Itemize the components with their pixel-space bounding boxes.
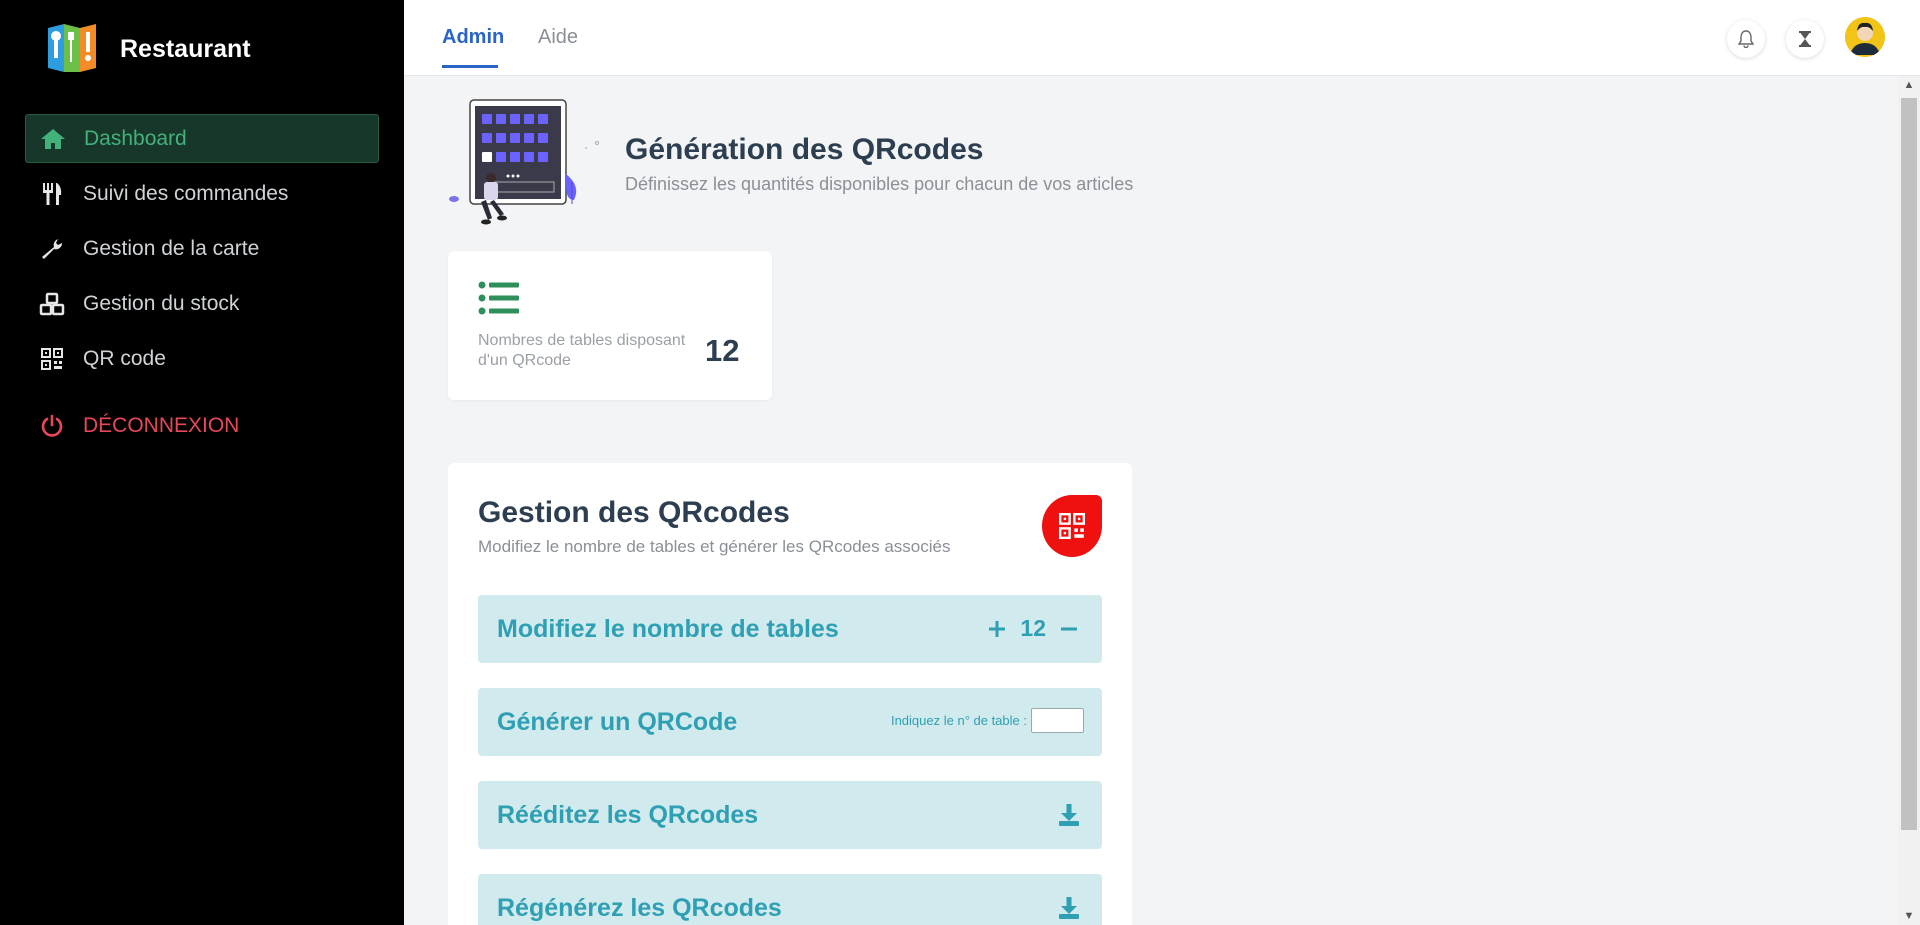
sidebar-item-label: Dashboard (84, 126, 187, 150)
active-tab-indicator (442, 65, 498, 68)
generate-qrcode-label: Générer un QRCode (497, 708, 738, 736)
sidebar-nav: Dashboard Suivi des commandes Gestion de… (25, 114, 379, 456)
generate-qrcode-row: Générer un QRCode Indiquez le n° de tabl… (478, 688, 1102, 756)
utensils-icon (37, 179, 67, 209)
qrcode-icon (1059, 513, 1085, 539)
regenerate-qrcodes-label: Régénérez les QRcodes (497, 894, 782, 922)
sidebar-item-gestion-carte[interactable]: Gestion de la carte (25, 224, 379, 273)
tab-admin[interactable]: Admin (442, 26, 504, 49)
tables-count: 12 (1020, 615, 1046, 641)
qrcode-badge (1042, 495, 1102, 557)
section-title: Gestion des QRcodes (478, 496, 790, 529)
notifications-button[interactable] (1727, 20, 1765, 58)
hourglass-icon (1799, 31, 1811, 47)
section-subtitle: Modifiez le nombre de tables et générer … (478, 537, 951, 556)
logout-label: DÉCONNEXION (83, 413, 240, 437)
stat-label: Nombres de tables disposant d'un QRcode (478, 332, 686, 369)
home-icon (38, 124, 68, 154)
tables-stat-card: Nombres de tables disposant d'un QRcode … (448, 251, 772, 400)
sidebar-item-label: Suivi des commandes (83, 181, 289, 205)
modify-tables-row: Modifiez le nombre de tables 12 (478, 595, 1102, 663)
sidebar: Restaurant Dashboard Suivi des commandes… (0, 0, 404, 925)
sidebar-item-dashboard[interactable]: Dashboard (25, 114, 379, 163)
app-name: Restaurant (120, 34, 251, 63)
brand[interactable]: Restaurant (44, 22, 251, 76)
table-number-label: Indiquez le n° de table : (890, 713, 1027, 728)
reedit-qrcodes-row[interactable]: Rééditez les QRcodes (478, 781, 1102, 849)
logout-button[interactable]: DÉCONNEXION (25, 401, 379, 450)
plus-icon (989, 620, 1006, 637)
increment-button[interactable] (986, 618, 1008, 640)
wrench-icon (37, 234, 67, 264)
sidebar-item-label: Gestion du stock (83, 291, 240, 315)
modify-tables-label: Modifiez le nombre de tables (497, 615, 839, 643)
list-icon (478, 281, 519, 315)
sidebar-item-qr-code[interactable]: QR code (25, 334, 379, 383)
table-number-input[interactable] (1031, 708, 1084, 733)
cubes-icon (37, 289, 67, 319)
power-icon (37, 411, 67, 441)
stat-value: 12 (705, 333, 740, 368)
table-number-field: Indiquez le n° de table : (891, 708, 1084, 733)
bell-icon (1738, 30, 1754, 48)
history-button[interactable] (1786, 20, 1824, 58)
tab-aide[interactable]: Aide (538, 26, 578, 49)
tablet-illustration (449, 99, 599, 225)
scroll-down-arrow-icon[interactable]: ▼ (1902, 909, 1916, 923)
sidebar-item-suivi-commandes[interactable]: Suivi des commandes (25, 169, 379, 218)
topbar: Admin Aide (404, 0, 1920, 76)
page-scrollbar[interactable]: ▲ ▼ (1898, 76, 1920, 925)
sidebar-item-gestion-stock[interactable]: Gestion du stock (25, 279, 379, 328)
decrement-button[interactable] (1058, 618, 1080, 640)
regenerate-qrcodes-row[interactable]: Régénérez les QRcodes (478, 874, 1102, 925)
qrcode-icon (37, 344, 67, 374)
restaurant-logo-icon (48, 24, 96, 72)
download-icon[interactable] (1058, 896, 1080, 920)
sidebar-item-label: QR code (83, 346, 166, 370)
download-icon[interactable] (1058, 803, 1080, 827)
tables-stepper: 12 (986, 615, 1080, 642)
page-title: Génération des QRcodes (625, 133, 984, 166)
scroll-up-arrow-icon[interactable]: ▲ (1902, 78, 1916, 92)
reedit-qrcodes-label: Rééditez les QRcodes (497, 801, 759, 829)
scroll-thumb[interactable] (1901, 98, 1917, 830)
qrcode-management-card: Gestion des QRcodes Modifiez le nombre d… (448, 463, 1132, 925)
sidebar-item-label: Gestion de la carte (83, 236, 260, 260)
minus-icon (1061, 627, 1077, 630)
avatar[interactable] (1845, 17, 1885, 57)
page-subtitle: Définissez les quantités disponibles pou… (625, 174, 1134, 194)
